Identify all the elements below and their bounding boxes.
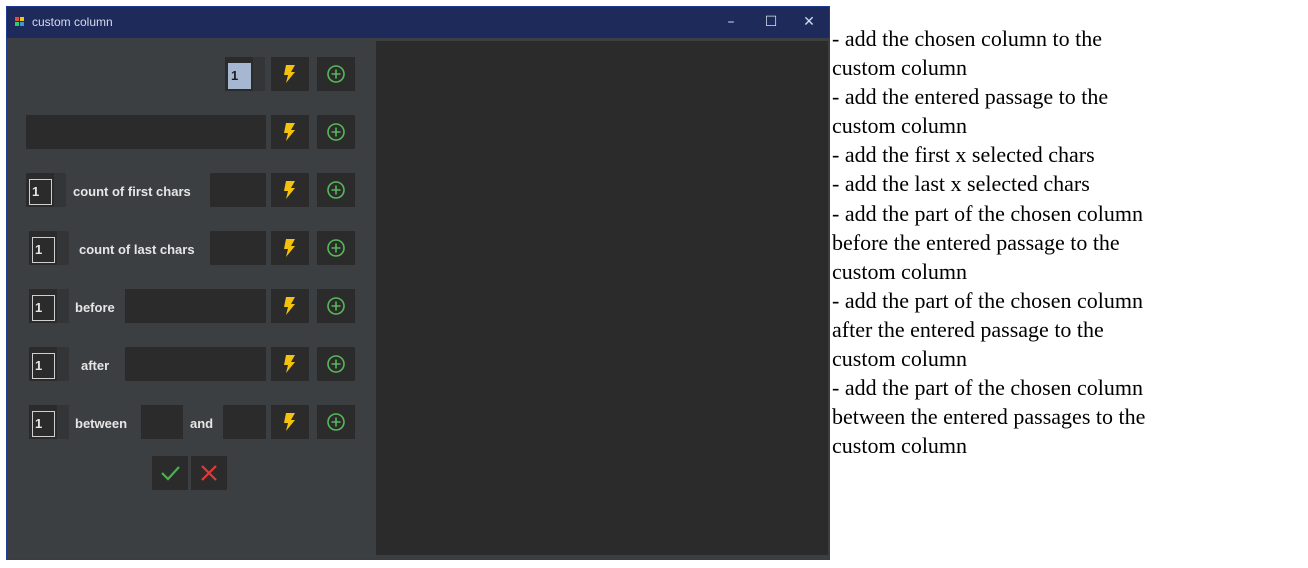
first-chars-label: count of first chars [73,184,191,199]
first-chars-count-input[interactable] [210,173,266,207]
plus-circle-icon [327,355,345,373]
before-passage-input[interactable] [125,289,266,323]
minimize-button[interactable]: – [711,7,751,38]
after-label: after [81,358,110,373]
add-before-button[interactable] [317,289,355,323]
lightning-icon [284,355,295,373]
and-label: and [190,416,214,431]
spinner-arrows[interactable] [57,347,69,381]
description-line: - add the chosen column to the [832,26,1103,51]
run-before-button[interactable] [271,289,309,323]
spinner-arrows[interactable] [57,289,69,323]
passage-input[interactable] [26,115,266,149]
spinner-value[interactable]: 1 [29,179,52,205]
preview-pane [376,41,828,555]
run-first-chars-button[interactable] [271,173,309,207]
between-column-spinner[interactable]: 1 [29,405,69,439]
before-column-spinner[interactable]: 1 [29,289,69,323]
after-column-spinner[interactable]: 1 [29,347,69,381]
spinner-value[interactable]: 1 [32,353,55,379]
run-column-button[interactable] [271,57,309,91]
lightning-icon [284,239,295,257]
check-icon [161,466,180,481]
between-label: between [75,416,128,431]
add-first-chars-button[interactable] [317,173,355,207]
add-between-button[interactable] [317,405,355,439]
spinner-value[interactable]: 1 [228,63,251,89]
description-line: - add the last x selected chars [832,171,1090,197]
between-end-input[interactable] [223,405,266,439]
app-icon [15,17,25,27]
description-line: - add the part of the chosen column [832,200,1143,226]
description-line: - add the part of the chosen column [832,375,1143,401]
spinner-value[interactable]: 1 [32,411,55,437]
plus-circle-icon [327,413,345,431]
description-line: - add the part of the chosen column [832,287,1143,313]
description-line: - add the first x selected chars [832,142,1095,168]
last-chars-count-input[interactable] [210,231,266,265]
description-line: - add the entered passage to the [832,84,1109,110]
plus-circle-icon [327,297,345,315]
description-line: custom column [832,258,968,284]
run-after-button[interactable] [271,347,309,381]
description-line: custom column [832,346,968,372]
plus-circle-icon [327,181,345,199]
x-icon [201,465,217,481]
add-passage-button[interactable] [317,115,355,149]
plus-circle-icon [327,239,345,257]
maximize-button[interactable]: ☐ [751,7,791,38]
spinner-value[interactable]: 1 [32,237,55,263]
controls-pane: 1 1 count of first chars 1 count of last… [7,38,375,559]
confirm-button[interactable] [152,456,188,490]
last-chars-label: count of last chars [79,242,195,257]
run-between-button[interactable] [271,405,309,439]
spinner-arrows[interactable] [57,231,69,265]
description-line: after the entered passage to the [832,316,1104,342]
spinner-arrows[interactable] [253,57,265,91]
lightning-icon [284,181,295,199]
between-start-input[interactable] [141,405,183,439]
before-label: before [75,300,115,315]
window-title: custom column [32,15,113,29]
custom-column-window: custom column – ☐ ✕ 1 1 count of first c… [6,6,830,560]
add-after-button[interactable] [317,347,355,381]
cancel-button[interactable] [191,456,227,490]
plus-circle-icon [327,65,345,83]
spinner-arrows[interactable] [54,173,66,207]
description-line: before the entered passage to the [832,229,1120,255]
lightning-icon [284,65,295,83]
description-text: - add the chosen column to the custom co… [832,24,1302,460]
close-button[interactable]: ✕ [789,7,829,38]
plus-circle-icon [327,123,345,141]
lightning-icon [284,297,295,315]
description-line: custom column [832,433,968,459]
add-last-chars-button[interactable] [317,231,355,265]
description-line: custom column [832,113,968,139]
first-chars-column-spinner[interactable]: 1 [26,173,66,207]
column-spinner[interactable]: 1 [225,57,265,91]
add-column-button[interactable] [317,57,355,91]
spinner-arrows[interactable] [57,405,69,439]
lightning-icon [284,413,295,431]
description-line: between the entered passages to the [832,404,1146,430]
spinner-value[interactable]: 1 [32,295,55,321]
after-passage-input[interactable] [125,347,266,381]
run-last-chars-button[interactable] [271,231,309,265]
description-line: custom column [832,55,968,81]
title-bar[interactable]: custom column – ☐ ✕ [7,7,829,38]
last-chars-column-spinner[interactable]: 1 [29,231,69,265]
run-passage-button[interactable] [271,115,309,149]
lightning-icon [284,123,295,141]
